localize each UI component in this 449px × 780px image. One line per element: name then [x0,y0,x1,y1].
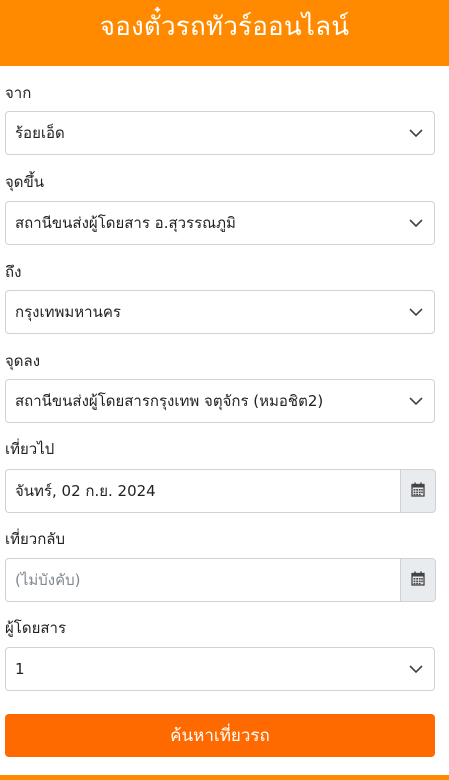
depart-calendar-button[interactable] [400,469,436,513]
depart-date-input[interactable]: จันทร์, 02 ก.ย. 2024 [5,469,400,513]
return-date-input[interactable]: (ไม่บังคับ) [5,558,400,602]
chevron-down-icon [402,112,430,154]
page-title: จองตั๋วรถทัวร์ออนไลน์ [99,12,350,42]
chevron-down-icon [402,291,430,333]
calendar-icon [411,482,425,501]
to-value: กรุงเทพมหานคร [15,303,121,321]
chevron-down-icon [402,202,430,244]
chevron-down-icon [402,380,430,422]
to-select[interactable]: กรุงเทพมหานคร [5,290,435,334]
footer-bar [0,775,449,780]
passengers-select[interactable]: 1 [5,647,435,691]
dropoff-select[interactable]: สถานีขนส่งผู้โดยสารกรุงเทพ จตุจักร (หมอช… [5,379,435,423]
depart-date-group: จันทร์, 02 ก.ย. 2024 [5,469,436,513]
depart-label: เที่ยวไป [5,440,55,458]
pickup-select[interactable]: สถานีขนส่งผู้โดยสาร อ.สุวรรณภูมิ [5,201,435,245]
passengers-value: 1 [15,660,25,678]
dropoff-label: จุดลง [5,352,41,370]
from-select[interactable]: ร้อยเอ็ด [5,111,435,155]
search-trips-button[interactable]: ค้นหาเที่ยวรถ [5,714,435,757]
from-label: จาก [5,84,32,102]
return-date-group: (ไม่บังคับ) [5,558,436,602]
app-header: จองตั๋วรถทัวร์ออนไลน์ [0,0,449,66]
return-calendar-button[interactable] [400,558,436,602]
dropoff-value: สถานีขนส่งผู้โดยสารกรุงเทพ จตุจักร (หมอช… [15,392,324,410]
pickup-value: สถานีขนส่งผู้โดยสาร อ.สุวรรณภูมิ [15,214,236,232]
pickup-label: จุดขึ้น [5,173,45,191]
passengers-label: ผู้โดยสาร [5,619,67,637]
return-label: เที่ยวกลับ [5,530,66,548]
from-value: ร้อยเอ็ด [15,124,65,142]
to-label: ถึง [5,263,22,281]
calendar-icon [411,571,425,590]
chevron-down-icon [402,648,430,690]
